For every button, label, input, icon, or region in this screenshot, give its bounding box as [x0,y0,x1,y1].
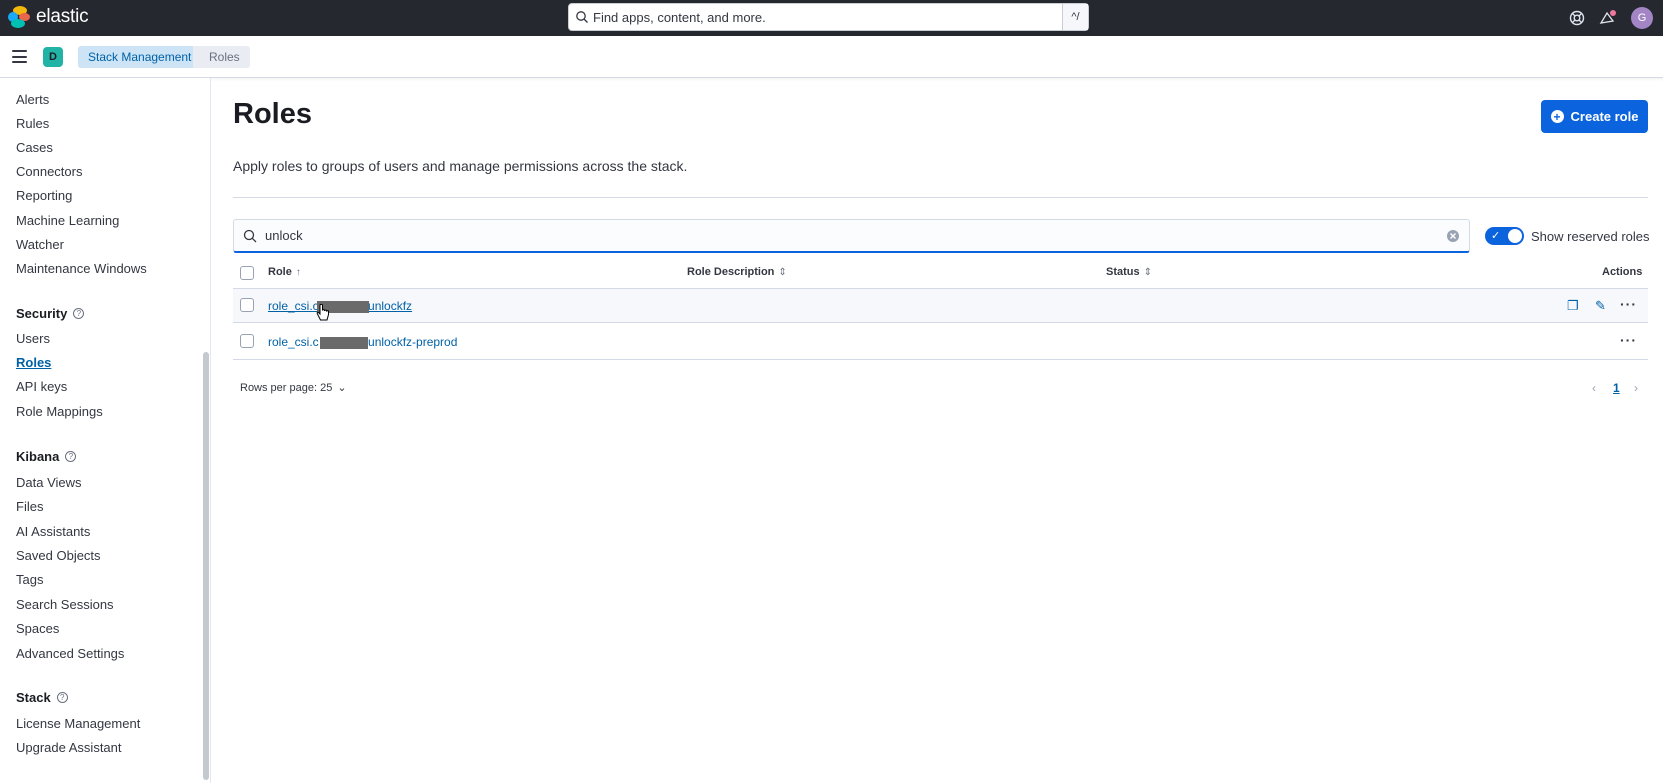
sidebar-item-alerts[interactable]: Alerts [16,92,49,107]
top-header: elastic Find apps, content, and more. ^/… [0,0,1663,36]
show-reserved-roles-toggle[interactable]: ✓ [1485,227,1524,245]
sidebar-section-kibana: Kibana ? [16,449,77,464]
row-checkbox[interactable] [240,298,254,312]
section-title: Kibana [16,449,60,464]
more-actions-icon[interactable]: ··· [1620,332,1637,348]
sidebar-item-search-sessions[interactable]: Search Sessions [16,597,114,612]
plus-icon: + [1550,110,1564,123]
sidebar-item-license-management[interactable]: License Management [16,716,140,731]
previous-page-icon[interactable]: ‹ [1592,381,1596,395]
sidebar-item-connectors[interactable]: Connectors [16,164,82,179]
help-icon[interactable] [1569,10,1585,26]
column-label: Status [1106,266,1140,278]
search-placeholder: Find apps, content, and more. [593,9,766,25]
sidebar-item-role-mappings[interactable]: Role Mappings [16,404,103,419]
page-description: Apply roles to groups of users and manag… [233,158,688,174]
header-actions: G [1569,0,1663,36]
sidebar-item-saved-objects[interactable]: Saved Objects [16,548,101,563]
sidebar-item-rules[interactable]: Rules [16,116,49,131]
sidebar-item-tags[interactable]: Tags [16,572,43,587]
column-header-status[interactable]: Status ⇕ [1106,266,1152,278]
breadcrumb-bar: D Stack Management Roles [0,36,1663,78]
redacted-block [320,337,368,349]
sidebar-item-watcher[interactable]: Watcher [16,237,64,252]
sidebar-section-security: Security ? [16,306,85,321]
chevron-down-icon: ⌄ [337,382,347,394]
question-icon[interactable]: ? [73,308,85,319]
column-header-role[interactable]: Role ↑ [268,266,301,278]
more-actions-icon[interactable]: ··· [1620,296,1637,312]
column-label: Role [268,266,292,278]
toggle-knob [1508,229,1522,243]
search-shortcut: ^/ [1062,4,1088,30]
sidebar-item-roles[interactable]: Roles [16,355,51,370]
section-title: Security [16,306,68,321]
sidebar-item-data-views[interactable]: Data Views [16,475,82,490]
row-divider [233,359,1648,360]
header-divider [233,197,1648,198]
section-title: Stack [16,690,51,705]
search-value: unlock [265,228,303,243]
column-header-actions: Actions [1602,266,1643,278]
check-icon: ✓ [1491,230,1501,242]
newsfeed-icon[interactable] [1599,10,1617,26]
search-icon [576,11,588,23]
sidebar-item-advanced-settings[interactable]: Advanced Settings [16,646,124,661]
sidebar-item-spaces[interactable]: Spaces [16,621,59,636]
sidebar-item-users[interactable]: Users [16,331,50,346]
toggle-label: Show reserved roles [1531,229,1650,244]
management-sidebar: Alerts Rules Cases Connectors Reporting … [0,78,211,783]
sort-icon: ⇕ [1143,266,1153,278]
question-icon[interactable]: ? [56,692,68,703]
table-row [233,289,1648,322]
sidebar-item-files[interactable]: Files [16,499,43,514]
brand-name: elastic [36,6,89,27]
user-avatar[interactable]: G [1631,7,1653,29]
row-checkbox[interactable] [240,334,254,348]
row-divider [233,322,1648,323]
space-avatar[interactable]: D [43,47,63,67]
create-role-button[interactable]: + Create role [1541,100,1648,133]
sidebar-item-upgrade-assistant[interactable]: Upgrade Assistant [16,740,122,755]
edit-role-icon[interactable]: ✎ [1595,298,1606,314]
breadcrumb-roles: Roles [193,46,250,68]
roles-search-input[interactable]: unlock [233,219,1470,253]
sidebar-item-machine-learning[interactable]: Machine Learning [16,213,119,228]
page-number-1[interactable]: 1 [1613,381,1620,395]
sidebar-item-api-keys[interactable]: API keys [16,379,67,394]
sidebar-item-reporting[interactable]: Reporting [16,188,72,203]
rows-per-page-label: Rows per page: 25 [240,381,333,394]
sort-ascending-icon: ↑ [295,266,301,278]
next-page-icon[interactable]: › [1634,381,1638,395]
question-icon[interactable]: ? [65,451,77,462]
rows-per-page-select[interactable]: Rows per page: 25 ⌄ [240,381,347,395]
search-icon [243,229,257,242]
sidebar-section-stack: Stack ? [16,690,68,705]
sidebar-item-cases[interactable]: Cases [16,140,53,155]
elastic-logo-icon [8,6,30,28]
clone-role-icon[interactable]: ❐ [1567,298,1579,314]
breadcrumb-stack-management[interactable]: Stack Management [78,46,211,68]
sidebar-scrollbar[interactable] [203,352,209,780]
hand-cursor-icon [316,304,329,321]
menu-toggle-icon[interactable] [12,50,27,63]
create-role-label: Create role [1570,109,1639,124]
global-search-input[interactable]: Find apps, content, and more. ^/ [568,3,1089,31]
clear-icon[interactable] [1446,229,1460,243]
sidebar-item-ai-assistants[interactable]: AI Assistants [16,524,90,539]
select-all-checkbox[interactable] [240,266,254,280]
page-title: Roles [233,98,312,130]
sidebar-item-maintenance-windows[interactable]: Maintenance Windows [16,261,147,276]
column-header-role-description[interactable]: Role Description ⇕ [687,266,787,278]
elastic-logo[interactable]: elastic [8,6,89,28]
sort-icon: ⇕ [778,266,787,278]
column-label: Role Description [687,266,775,278]
